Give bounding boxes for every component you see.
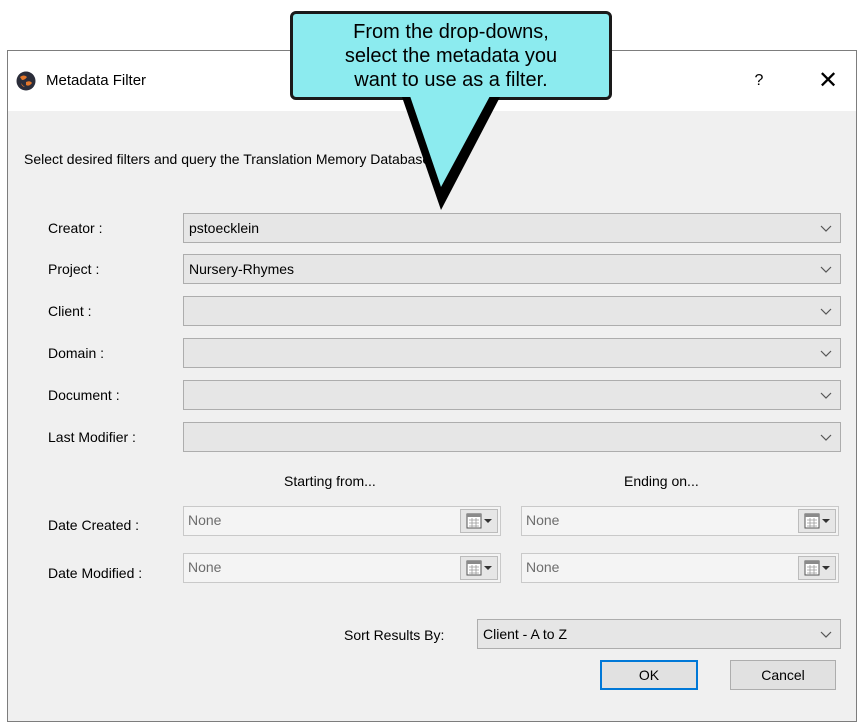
date-created-end-value: None bbox=[526, 512, 560, 528]
intro-text: Select desired filters and query the Tra… bbox=[24, 151, 442, 167]
calendar-icon bbox=[804, 560, 830, 576]
client-label: Client : bbox=[48, 303, 92, 319]
help-button[interactable]: ? bbox=[744, 67, 774, 95]
date-created-end-field[interactable]: None bbox=[521, 506, 839, 536]
creator-dropdown[interactable]: pstoecklein bbox=[183, 213, 841, 243]
date-created-label: Date Created : bbox=[48, 517, 140, 533]
document-label: Document : bbox=[48, 387, 120, 403]
chevron-down-icon bbox=[820, 434, 832, 441]
sort-results-label: Sort Results By: bbox=[344, 627, 445, 643]
metadata-filter-dialog: Metadata Filter ? ✕ Select desired filte… bbox=[7, 50, 857, 722]
chevron-down-icon bbox=[820, 392, 832, 399]
chevron-down-icon bbox=[820, 225, 832, 232]
calendar-icon bbox=[466, 513, 492, 529]
last-modifier-label: Last Modifier : bbox=[48, 429, 136, 445]
window-title: Metadata Filter bbox=[46, 72, 147, 89]
date-modified-start-value: None bbox=[188, 559, 222, 575]
ending-on-header: Ending on... bbox=[624, 473, 699, 489]
project-label: Project : bbox=[48, 261, 100, 277]
calendar-icon bbox=[466, 560, 492, 576]
date-modified-end-field[interactable]: None bbox=[521, 553, 839, 583]
starting-from-header: Starting from... bbox=[284, 473, 376, 489]
date-modified-end-value: None bbox=[526, 559, 560, 575]
creator-value: pstoecklein bbox=[189, 220, 260, 236]
calendar-icon bbox=[804, 513, 830, 529]
sort-results-value: Client - A to Z bbox=[483, 626, 568, 642]
close-button[interactable]: ✕ bbox=[811, 67, 845, 95]
date-created-start-field[interactable]: None bbox=[183, 506, 501, 536]
project-dropdown[interactable]: Nursery-Rhymes bbox=[183, 254, 841, 284]
calendar-button[interactable] bbox=[798, 556, 836, 580]
date-modified-start-field[interactable]: None bbox=[183, 553, 501, 583]
date-created-start-value: None bbox=[188, 512, 222, 528]
client-dropdown[interactable] bbox=[183, 296, 841, 326]
chevron-down-icon bbox=[820, 266, 832, 273]
last-modifier-dropdown[interactable] bbox=[183, 422, 841, 452]
date-modified-label: Date Modified : bbox=[48, 565, 143, 581]
chevron-down-icon bbox=[820, 350, 832, 357]
calendar-button[interactable] bbox=[798, 509, 836, 533]
ok-button[interactable]: OK bbox=[600, 660, 698, 690]
instruction-callout: From the drop-downs, select the metadata… bbox=[290, 11, 612, 100]
calendar-button[interactable] bbox=[460, 556, 498, 580]
project-value: Nursery-Rhymes bbox=[189, 261, 295, 277]
callout-text: From the drop-downs, select the metadata… bbox=[344, 21, 558, 91]
domain-dropdown[interactable] bbox=[183, 338, 841, 368]
cancel-button[interactable]: Cancel bbox=[730, 660, 836, 690]
calendar-button[interactable] bbox=[460, 509, 498, 533]
creator-label: Creator : bbox=[48, 220, 103, 236]
app-logo-icon bbox=[16, 71, 36, 91]
document-dropdown[interactable] bbox=[183, 380, 841, 410]
chevron-down-icon bbox=[820, 631, 832, 638]
chevron-down-icon bbox=[820, 308, 832, 315]
domain-label: Domain : bbox=[48, 345, 105, 361]
sort-results-dropdown[interactable]: Client - A to Z bbox=[477, 619, 841, 649]
